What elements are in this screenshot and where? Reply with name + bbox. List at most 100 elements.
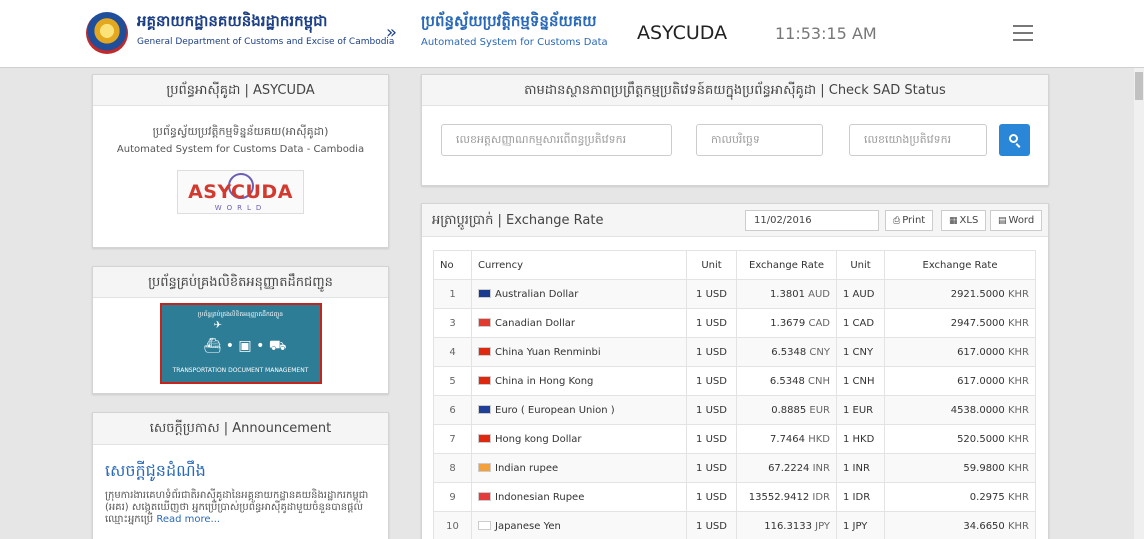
rate-cell: 67.2224 INR [736,453,837,483]
row-number: 4 [433,337,472,367]
exchange-rate-panel: អត្រាប្តូរប្រាក់ | Exchange Rate 11/02/2… [421,203,1049,539]
table-row: 5 China in Hong Kong 1 USD 6.5348 CNH 1 CNH 6… [433,366,1036,396]
unit-cell: 1 USD [686,453,737,483]
sad-status-title: តាមដានស្ថានភាពប្រព្រឹត្តកម្មប្រតិវេទន៍គយ… [422,75,1048,106]
currency-name: China in Hong Kong [495,375,594,387]
flag-icon [478,462,491,472]
unit2-cell: 1 INR [836,453,885,483]
scrollbar-thumb[interactable] [1135,72,1143,100]
rate-cell: 7.7464 HKD [736,424,837,454]
khr-rate-cell: 520.5000 KHR [884,424,1036,454]
currency-cell: Australian Dollar [471,279,687,309]
system-name-khmer: ប្រព័ន្ធស្វ័យប្រវត្តិកម្មទិន្នន័យគយ [421,12,597,30]
tdm-banner-link[interactable]: ប្រព័ន្ធគ្រប់គ្រងលិខិតអនុញ្ញាតដឹកជញ្ជូន … [159,303,322,384]
announcement-body-text: ក្រុមការងារគេហទំព័រជាតិអាស៊ីគូដានៃអគ្គនា… [105,490,369,525]
asycuda-panel-title: ប្រព័ន្ធអាស៊ីគូដា | ASYCUDA [93,75,388,106]
tdm-banner-subtitle: TRANSPORTATION DOCUMENT MANAGEMENT [172,367,309,374]
currency-name: Indonesian Rupee [495,491,585,503]
unit-cell: 1 USD [686,482,737,512]
announcement-panel: សេចក្តីប្រកាស | Announcement សេចក្តីជូនដ… [92,412,389,539]
row-number: 9 [433,482,472,512]
khr-rate-cell: 0.2975 KHR [884,482,1036,512]
unit2-cell: 1 JPY [836,511,885,539]
asycuda-world-logo[interactable]: ASYCUDA WORLD [177,170,304,214]
unit-cell: 1 USD [686,366,737,396]
flag-icon [478,520,491,530]
currency-name: Australian Dollar [495,288,579,300]
currency-name: Japanese Yen [495,520,561,532]
department-name-khmer: អគ្គនាយកដ្ឋានគយនិងរដ្ឋាករកម្ពុជា [137,12,328,30]
col-currency: Currency [471,250,687,280]
currency-cell: Hong kong Dollar [471,424,687,454]
khr-rate-cell: 2921.5000 KHR [884,279,1036,309]
rate-cell: 116.3133 JPY [736,511,837,539]
unit-cell: 1 USD [686,337,737,367]
asycuda-desc-english: Automated System for Customs Data - Camb… [116,144,365,155]
rate-cell: 0.8885 EUR [736,395,837,425]
rate-cell: 6.5348 CNH [736,366,837,396]
row-number: 1 [433,279,472,309]
date-input[interactable]: កាលបរិច្ឆេទ [696,124,823,156]
department-name[interactable]: អគ្គនាយកដ្ឋានគយនិងរដ្ឋាករកម្ពុជា General… [137,12,394,47]
hamburger-menu-icon[interactable] [1013,25,1033,41]
unit-cell: 1 USD [686,424,737,454]
tdm-banner-title: ប្រព័ន្ធគ្រប់គ្រងលិខិតអនុញ្ញាតដឹកជញ្ជូន [197,311,284,318]
currency-name: Hong kong Dollar [495,433,582,445]
unit2-cell: 1 CNH [836,366,885,396]
announcement-body: ក្រុមការងារគេហទំព័រជាតិអាស៊ីគូដានៃអគ្គនា… [105,490,376,526]
currency-cell: China Yuan Renminbi [471,337,687,367]
rate-cell: 1.3801 AUD [736,279,837,309]
flag-icon [478,491,491,501]
exchange-rate-title: អត្រាប្តូរប្រាក់ | Exchange Rate [432,213,604,228]
unit2-cell: 1 HKD [836,424,885,454]
announcement-headline[interactable]: សេចក្តីជូនដំណឹង [105,460,388,484]
asycuda-logo-subtext: WORLD [214,204,267,212]
top-navbar: អគ្គនាយកដ្ឋានគយនិងរដ្ឋាករកម្ពុជា General… [0,0,1144,68]
declarant-tin-input[interactable]: លេខអត្តសញ្ញាណកម្មសារពើពន្ធប្រតិវេទករ [441,124,672,156]
tdm-panel-title: ប្រព័ន្ធគ្រប់គ្រងលិខិតអនុញ្ញាតដឹកជញ្ជូន [93,267,388,298]
airplane-icon: ✈ [213,320,222,331]
khr-rate-cell: 2947.5000 KHR [884,308,1036,338]
currency-cell: Euro ( European Union ) [471,395,687,425]
print-button[interactable]: ⎙ Print [885,210,934,231]
row-number: 10 [433,511,472,539]
khr-rate-cell: 59.9800 KHR [884,453,1036,483]
currency-cell: Indonesian Rupee [471,482,687,512]
flag-icon [478,375,491,385]
unit2-cell: 1 AUD [836,279,885,309]
col-unit-2: Unit [836,250,885,280]
unit-cell: 1 USD [686,395,737,425]
customs-logo-icon[interactable] [86,12,128,54]
table-row: 1 Australian Dollar 1 USD 1.3801 AUD 1 AUD 29… [433,279,1036,309]
khr-rate-cell: 4538.0000 KHR [884,395,1036,425]
rate-cell: 13552.9412 IDR [736,482,837,512]
asycuda-logo-text: ASYCUDA [188,181,293,203]
clock: 11:53:15 AM [775,24,877,43]
table-header-row: No Currency Unit Exchange Rate Unit Exch… [433,250,1036,280]
export-xls-button[interactable]: ▦ XLS [941,210,987,231]
asycuda-panel: ប្រព័ន្ធអាស៊ីគូដា | ASYCUDA ប្រព័ន្ធស្វ័… [92,74,389,248]
currency-cell: Canadian Dollar [471,308,687,338]
flag-icon [478,433,491,443]
row-number: 6 [433,395,472,425]
scrollbar[interactable] [1134,68,1144,539]
col-no: No [433,250,472,280]
exchange-date-input[interactable]: 11/02/2016 [745,210,879,231]
declarant-reference-input[interactable]: លេខយោងប្រតិវេទករ [849,124,987,156]
brand-title: ASYCUDA [637,22,728,44]
unit2-cell: 1 EUR [836,395,885,425]
xls-file-icon: ▦ [949,216,958,226]
tdm-panel: ប្រព័ន្ធគ្រប់គ្រងលិខិតអនុញ្ញាតដឹកជញ្ជូន … [92,266,389,394]
announcement-title: សេចក្តីប្រកាស | Announcement [93,413,388,445]
search-button[interactable] [999,124,1030,156]
asycuda-desc-khmer: ប្រព័ន្ធស្វ័យប្រវត្តិកម្មទិន្នន័យគយ(អាស៊… [152,125,329,138]
department-name-english: General Department of Customs and Excise… [137,37,395,47]
system-name[interactable]: ប្រព័ន្ធស្វ័យប្រវត្តិកម្មទិន្នន័យគយ Auto… [421,12,608,48]
export-word-button[interactable]: ▤ Word [990,210,1043,231]
currency-cell: Japanese Yen [471,511,687,539]
read-more-link[interactable]: Read more... [156,514,220,525]
breadcrumb-separator: » [386,22,398,43]
flag-icon [478,317,491,327]
unit2-cell: 1 IDR [836,482,885,512]
table-row: 10 Japanese Yen 1 USD 116.3133 JPY 1 JPY 34.6… [433,511,1036,539]
